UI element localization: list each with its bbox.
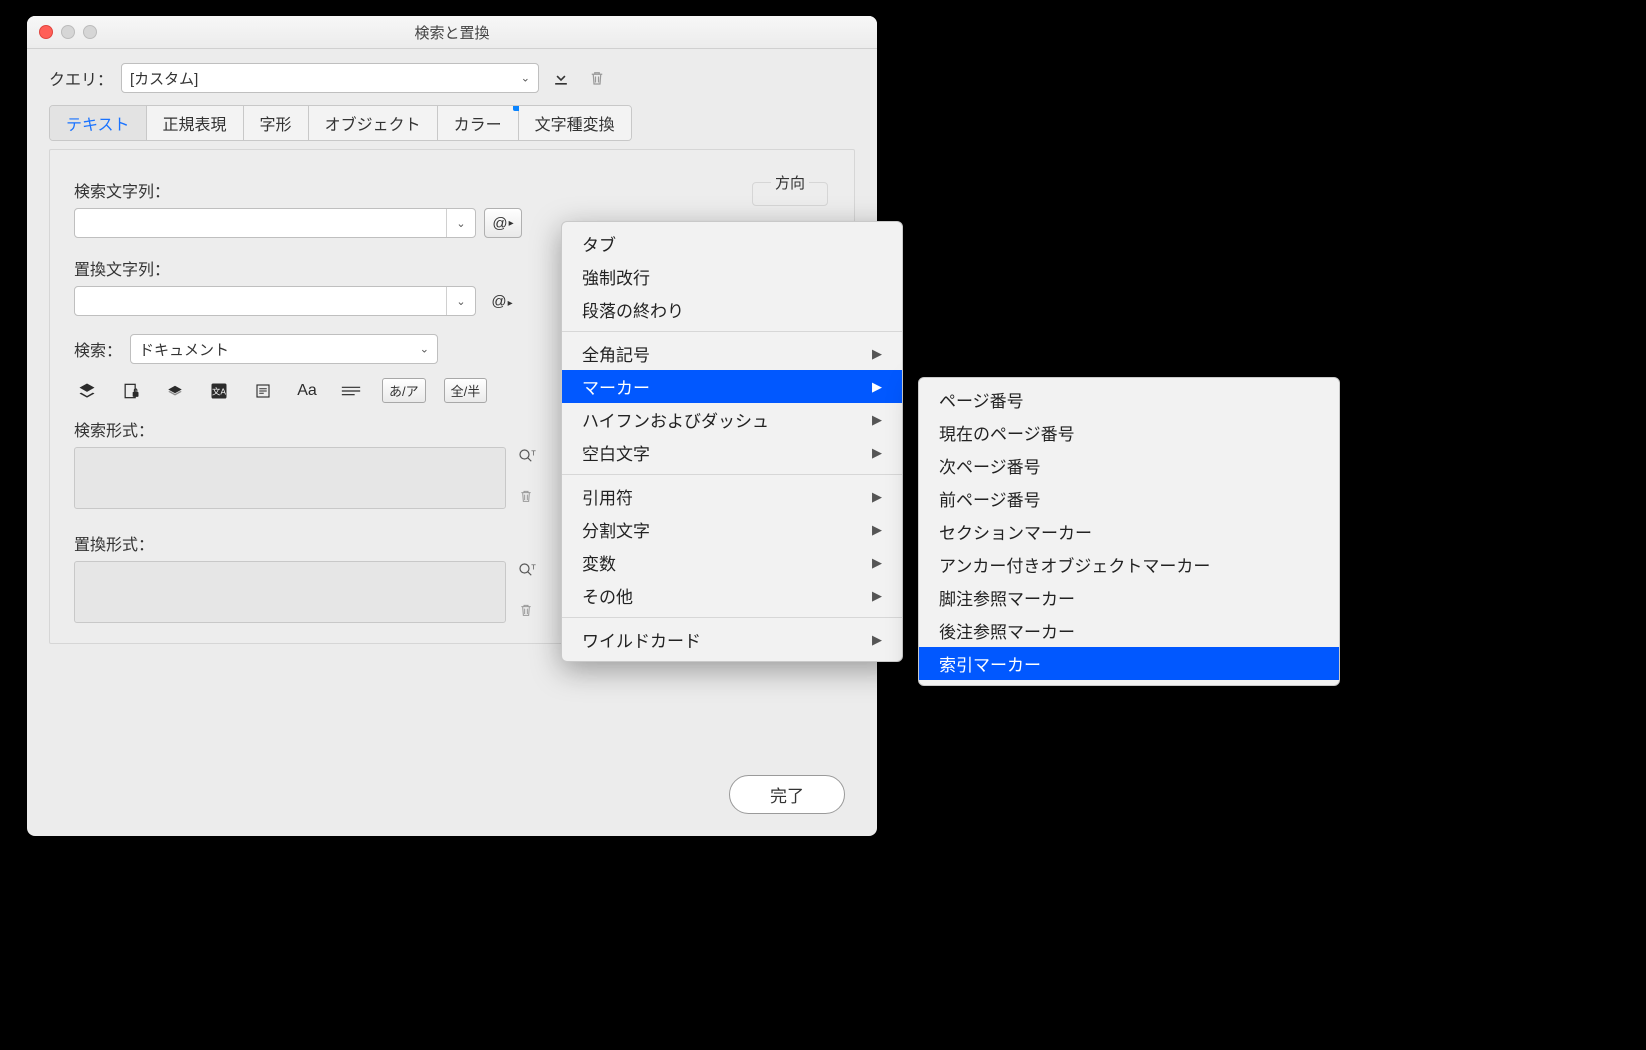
delete-query-button[interactable] — [583, 64, 611, 92]
menu-item-fullwidth-symbols[interactable]: 全角記号▶ — [562, 337, 902, 370]
menu-item-quotes[interactable]: 引用符▶ — [562, 480, 902, 513]
submenu-item-section-marker[interactable]: セクションマーカー — [919, 515, 1339, 548]
find-input[interactable]: ⌄ — [74, 208, 476, 238]
replace-format-box[interactable] — [74, 561, 506, 623]
width-sensitive-toggle[interactable]: 全/半 — [444, 378, 488, 403]
hidden-layers-icon[interactable] — [162, 380, 188, 402]
tab-text[interactable]: テキスト — [50, 106, 147, 140]
submenu-item-next-page[interactable]: 次ページ番号 — [919, 449, 1339, 482]
tab-regex[interactable]: 正規表現 — [147, 106, 244, 140]
save-query-button[interactable] — [547, 64, 575, 92]
kana-sensitive-toggle[interactable]: あ/ア — [382, 378, 426, 403]
at-symbol: @ — [491, 293, 506, 310]
locked-layers-icon[interactable] — [74, 380, 100, 402]
menu-item-marker[interactable]: マーカー▶ — [562, 370, 902, 403]
special-chars-menu: タブ 強制改行 段落の終わり 全角記号▶ マーカー▶ ハイフンおよびダッシュ▶ … — [561, 221, 903, 662]
query-value: [カスタム] — [130, 68, 198, 89]
menu-item-variables[interactable]: 変数▶ — [562, 546, 902, 579]
submenu-arrow-icon: ▶ — [872, 632, 882, 648]
submenu-item-endnote-ref[interactable]: 後注参照マーカー — [919, 614, 1339, 647]
direction-group: 方向 — [752, 172, 828, 206]
submenu-arrow-icon: ▶ — [872, 489, 882, 505]
done-button[interactable]: 完了 — [729, 775, 845, 814]
submenu-item-current-page[interactable]: 現在のページ番号 — [919, 416, 1339, 449]
tab-color-label: カラー — [454, 117, 502, 134]
clear-find-format-button[interactable] — [518, 487, 534, 509]
magnifier-type-icon: T — [516, 447, 536, 465]
locked-stories-icon[interactable] — [118, 380, 144, 402]
trash-icon — [518, 601, 534, 619]
menu-item-forced-break[interactable]: 強制改行 — [562, 260, 902, 293]
master-pages-icon[interactable]: 文A — [206, 380, 232, 402]
marker-submenu: ページ番号 現在のページ番号 次ページ番号 前ページ番号 セクションマーカー ア… — [918, 377, 1340, 686]
menu-separator — [562, 617, 902, 618]
at-symbol: @ — [492, 215, 507, 232]
submenu-arrow-icon: ▶ — [872, 412, 882, 428]
submenu-item-footnote-ref[interactable]: 脚注参照マーカー — [919, 581, 1339, 614]
submenu-item-prev-page[interactable]: 前ページ番号 — [919, 482, 1339, 515]
menu-item-end-paragraph[interactable]: 段落の終わり — [562, 293, 902, 326]
find-format-box[interactable] — [74, 447, 506, 509]
query-combo[interactable]: [カスタム] ⌄ — [121, 63, 539, 93]
footnotes-icon[interactable] — [250, 380, 276, 402]
submenu-arrow-icon: ▶ — [872, 588, 882, 604]
chevron-down-icon: ⌄ — [420, 343, 429, 356]
submenu-arrow-icon: ▶ — [872, 379, 882, 395]
whole-word-icon[interactable] — [338, 380, 364, 402]
svg-text:T: T — [531, 562, 536, 571]
submenu-arrow-icon: ▶ — [872, 522, 882, 538]
tab-color[interactable]: カラー — [438, 106, 519, 140]
scope-combo[interactable]: ドキュメント ⌄ — [130, 334, 438, 364]
menu-item-whitespace[interactable]: 空白文字▶ — [562, 436, 902, 469]
menu-item-wildcard[interactable]: ワイルドカード▶ — [562, 623, 902, 656]
submenu-arrow-icon: ▶ — [872, 346, 882, 362]
menu-item-break-chars[interactable]: 分割文字▶ — [562, 513, 902, 546]
find-label: 検索文字列： — [74, 178, 830, 202]
mode-tabs: テキスト 正規表現 字形 オブジェクト カラー 文字種変換 — [49, 105, 632, 141]
case-sensitive-toggle[interactable]: Aa — [294, 380, 320, 402]
submenu-item-index-marker[interactable]: 索引マーカー — [919, 647, 1339, 680]
menu-separator — [562, 474, 902, 475]
menu-item-hyphen-dash[interactable]: ハイフンおよびダッシュ▶ — [562, 403, 902, 436]
submenu-item-page-number[interactable]: ページ番号 — [919, 383, 1339, 416]
replace-special-chars-button[interactable]: @▸ — [484, 293, 520, 310]
chevron-down-icon: ⌄ — [446, 209, 475, 237]
menu-separator — [562, 331, 902, 332]
submenu-arrow-icon: ▶ — [872, 445, 882, 461]
svg-text:T: T — [531, 448, 536, 457]
clear-replace-format-button[interactable] — [518, 601, 534, 623]
replace-input[interactable]: ⌄ — [74, 286, 476, 316]
trash-icon — [518, 487, 534, 505]
tab-glyph[interactable]: 字形 — [244, 106, 309, 140]
svg-text:文A: 文A — [212, 386, 226, 396]
tab-transliterate[interactable]: 文字種変換 — [519, 106, 631, 140]
query-row: クエリ： [カスタム] ⌄ — [49, 63, 855, 93]
scope-label: 検索： — [74, 337, 122, 361]
query-label: クエリ： — [49, 66, 113, 90]
direction-legend: 方向 — [771, 172, 809, 193]
specify-replace-format-button[interactable]: T — [516, 561, 536, 583]
submenu-arrow-icon: ▶ — [872, 555, 882, 571]
find-special-chars-button[interactable]: @▸ — [484, 208, 522, 238]
menu-item-tab[interactable]: タブ — [562, 227, 902, 260]
window-title: 検索と置換 — [27, 22, 877, 43]
chevron-down-icon: ⌄ — [521, 72, 530, 85]
menu-item-other[interactable]: その他▶ — [562, 579, 902, 612]
chevron-down-icon: ⌄ — [446, 287, 475, 315]
magnifier-type-icon: T — [516, 561, 536, 579]
tab-object[interactable]: オブジェクト — [309, 106, 438, 140]
specify-find-format-button[interactable]: T — [516, 447, 536, 469]
download-icon — [551, 68, 571, 88]
trash-icon — [588, 68, 606, 88]
submenu-item-anchored-object[interactable]: アンカー付きオブジェクトマーカー — [919, 548, 1339, 581]
titlebar: 検索と置換 — [27, 16, 877, 49]
scope-value: ドキュメント — [139, 339, 229, 360]
